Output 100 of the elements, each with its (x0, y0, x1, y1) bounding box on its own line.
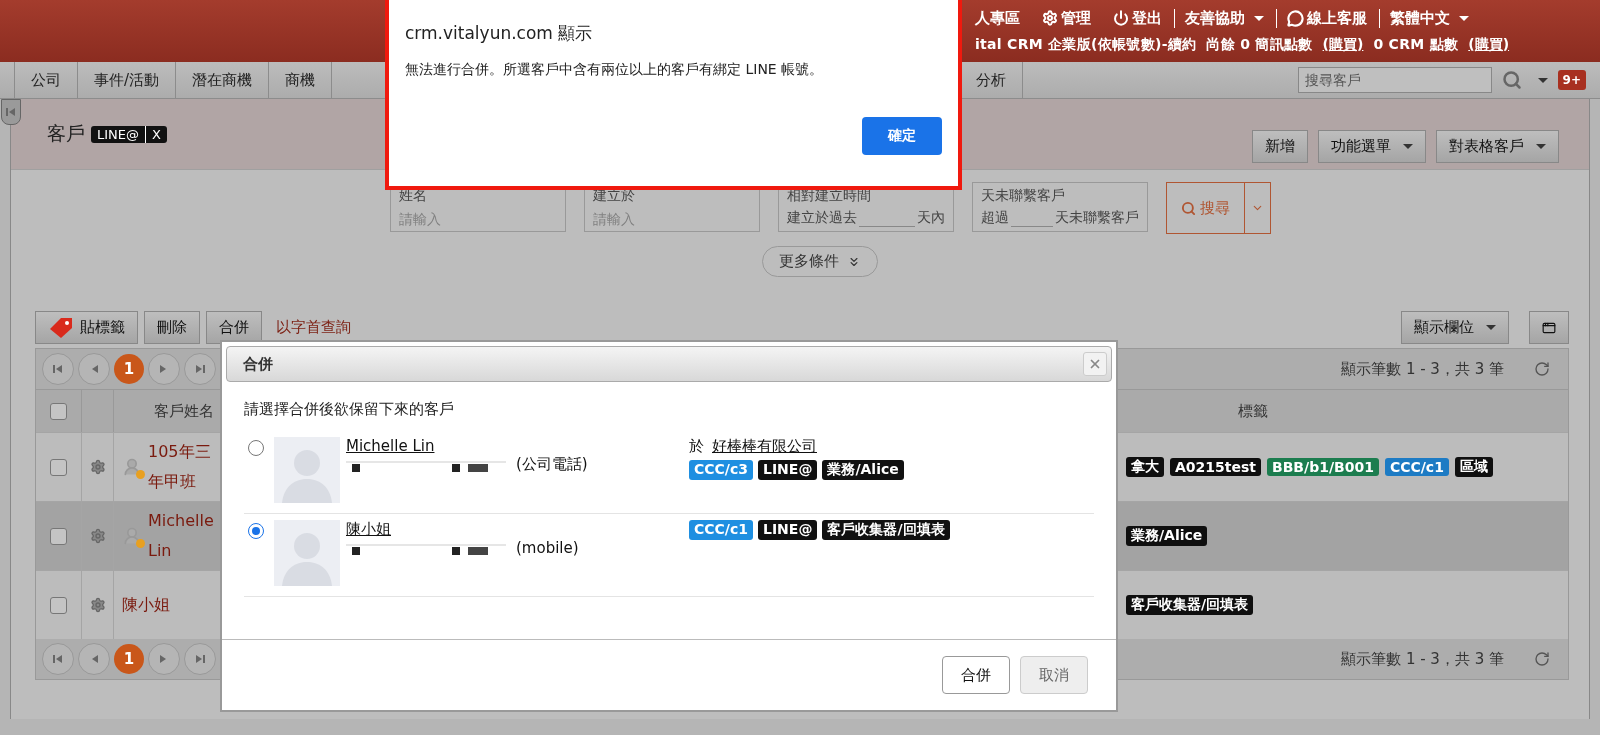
toolbar-button[interactable]: 貼標籤 (35, 311, 138, 344)
phone-type: (公司電話) (516, 455, 588, 474)
customer-name-link[interactable]: Michelle Lin (148, 506, 220, 566)
next-page-button[interactable] (148, 643, 180, 675)
ok-button[interactable]: 確定 (862, 117, 942, 155)
record-count: 顯示筆數 1 - 3，共 3 筆 (1341, 359, 1504, 379)
customer-name-link[interactable]: 105年三年甲班 (148, 437, 220, 497)
previous-page-button[interactable] (78, 643, 110, 675)
customer-name-link[interactable]: 陳小姐 (122, 590, 194, 620)
filter-field[interactable]: 天未聯繫客戶 超過 天未聯繫客戶 (971, 182, 1148, 232)
columns-button[interactable]: 顯示欄位 (1401, 311, 1509, 344)
filter-input[interactable]: 請輸入 (398, 211, 557, 227)
phone-type: (mobile) (516, 539, 579, 557)
buy-link[interactable]: (購買) (1468, 35, 1510, 54)
last-page-button[interactable] (184, 643, 216, 675)
nav-tab[interactable]: 事件/活動 (77, 62, 176, 98)
action-button[interactable]: 對表格客戶 (1436, 130, 1559, 163)
customer-name-link[interactable]: Michelle Lin (346, 437, 435, 455)
gear-icon[interactable] (89, 528, 106, 544)
filter-input[interactable]: 請輸入 (592, 211, 751, 227)
filter-label: 天未聯繫客戶 (980, 187, 1066, 205)
tag: A0215test (1170, 458, 1261, 476)
select-all-checkbox[interactable] (50, 402, 67, 420)
row-checkbox[interactable] (50, 458, 67, 476)
first-page-icon (52, 654, 64, 664)
action-button[interactable]: 功能選單 (1318, 130, 1426, 163)
linked-contact-icon (122, 457, 142, 477)
filter-tag-label: LINE@ (96, 125, 140, 143)
row-checkbox[interactable] (50, 596, 67, 614)
tag: LINE@ (758, 520, 818, 540)
row-checkbox[interactable] (50, 527, 67, 545)
filter-suffix: 天內 (916, 209, 945, 227)
collapse-sidebar-button[interactable] (1, 99, 21, 125)
tag: CCC/c1 (1384, 458, 1449, 476)
refresh-icon[interactable] (1534, 361, 1550, 377)
last-page-button[interactable] (184, 353, 216, 385)
alert-title: crm.vitalyun.com 顯示 (405, 22, 594, 45)
tag-icon (48, 316, 74, 339)
record-count: 顯示筆數 1 - 3，共 3 筆 (1341, 649, 1504, 669)
toolbar-button[interactable]: 合併 (206, 311, 262, 344)
first-page-icon (52, 364, 64, 374)
account-info: ital CRM 企業版(依帳號數)-續約 (975, 35, 1197, 54)
linked-contact-icon (122, 526, 142, 546)
header-link[interactable]: 友善協助 (1185, 8, 1277, 28)
remove-filter-button[interactable]: X (145, 125, 167, 143)
header-link[interactable]: 登出 (1113, 8, 1175, 28)
radio-button[interactable] (248, 523, 264, 539)
page-number[interactable]: 1 (114, 354, 144, 384)
notification-badge[interactable]: 9+ (1557, 70, 1586, 90)
tag: 拿大 (1126, 457, 1164, 477)
gear-icon[interactable] (89, 459, 106, 475)
page-title: 客戶 (47, 121, 85, 146)
action-button[interactable]: 新增 (1252, 130, 1308, 163)
first-page-button[interactable] (42, 643, 74, 675)
company-link[interactable]: 好棒棒有限公司 (712, 437, 817, 456)
nav-tab[interactable]: 公司 (14, 62, 77, 98)
search-icon[interactable] (1501, 70, 1522, 90)
first-page-button[interactable] (42, 353, 74, 385)
avatar-icon (274, 437, 340, 503)
dialog-button[interactable]: 合併 (942, 656, 1010, 694)
toolbar-button[interactable]: 刪除 (144, 311, 200, 344)
last-page-icon (194, 654, 206, 664)
caret-icon (1536, 144, 1546, 149)
chat-icon (1287, 9, 1304, 27)
customer-name-link[interactable]: 陳小姐 (346, 520, 391, 539)
tag: 業務/Alice (822, 460, 904, 480)
next-page-button[interactable] (148, 353, 180, 385)
page-number[interactable]: 1 (114, 644, 144, 674)
gear-icon (1042, 10, 1058, 26)
caret-icon[interactable] (1537, 77, 1548, 83)
more-conditions-button[interactable]: 更多條件 (762, 246, 878, 277)
tag: BBB/b1/B001 (1267, 458, 1379, 476)
initial-search-link[interactable]: 以字首查詢 (276, 318, 351, 337)
search-icon (1180, 200, 1196, 216)
header-link[interactable]: 繁體中文 (1390, 8, 1481, 28)
caret-icon (1459, 15, 1469, 21)
header-link[interactable]: 管理 (1042, 8, 1103, 28)
radio-button[interactable] (248, 440, 264, 456)
account-info: 尚餘 0 簡訊點數 (1206, 35, 1313, 54)
previous-page-button[interactable] (78, 353, 110, 385)
avatar-icon (274, 520, 340, 586)
nav-tab[interactable]: 商機 (268, 62, 333, 98)
buy-link[interactable]: (購買) (1322, 35, 1364, 54)
filter-suffix: 天未聯繫客戶 (1054, 209, 1139, 227)
caret-icon (1486, 325, 1496, 330)
caret-icon (1254, 15, 1264, 21)
collapse-icon (5, 107, 17, 117)
gear-icon[interactable] (89, 597, 106, 613)
window-button[interactable] (1529, 311, 1569, 344)
tag: CCC/c3 (689, 460, 753, 480)
nav-tab[interactable]: 潛在商機 (175, 62, 269, 98)
search-field[interactable]: 搜尋客戶 (1297, 67, 1492, 93)
alert-message: 無法進行合併。所選客戶中含有兩位以上的客戶有綁定 LINE 帳號。 (405, 61, 825, 79)
header-link[interactable]: 人專區 (975, 8, 1032, 28)
company-prefix: 於 (689, 437, 704, 456)
header-link[interactable]: 線上客服 (1287, 8, 1380, 28)
nav-tab[interactable]: 分析 (970, 62, 1023, 98)
refresh-icon[interactable] (1534, 651, 1550, 667)
power-icon (1113, 10, 1129, 26)
close-button[interactable] (1083, 352, 1107, 376)
